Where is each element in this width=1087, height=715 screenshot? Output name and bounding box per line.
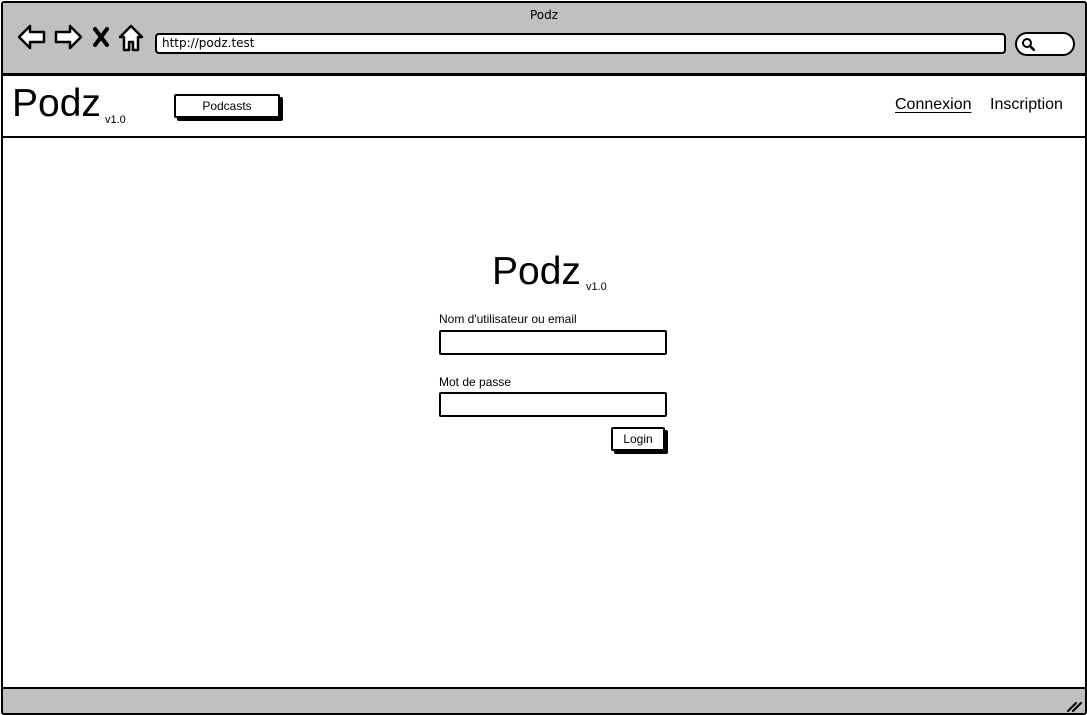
browser-toolbar: Podz http://podz.test [3, 3, 1085, 76]
login-button[interactable]: Login [611, 427, 665, 451]
browser-window: Podz http://podz.test Podz v1.0 Podcasts… [1, 1, 1087, 715]
home-icon[interactable] [118, 24, 144, 52]
brand-version: v1.0 [105, 114, 126, 126]
browser-search-field[interactable] [1015, 32, 1075, 56]
back-arrow-icon[interactable] [17, 24, 47, 50]
password-input[interactable] [439, 392, 667, 417]
login-brand-logo: Podz [492, 250, 581, 293]
search-icon [1022, 38, 1035, 51]
login-link[interactable]: Connexion [895, 96, 972, 114]
stop-icon[interactable] [92, 27, 110, 47]
password-label: Mot de passe [439, 375, 512, 389]
podcasts-button[interactable]: Podcasts [174, 94, 280, 118]
browser-status-bar [3, 687, 1085, 713]
username-label: Nom d'utilisateur ou email [439, 312, 577, 326]
address-bar[interactable]: http://podz.test [155, 33, 1006, 54]
username-input[interactable] [439, 330, 667, 355]
resize-grip-icon[interactable] [1066, 699, 1082, 713]
forward-arrow-icon[interactable] [53, 24, 83, 50]
brand-logo[interactable]: Podz [12, 82, 101, 126]
register-link[interactable]: Inscription [990, 96, 1063, 114]
window-title: Podz [529, 8, 559, 22]
app-header: Podz v1.0 Podcasts Connexion Inscription [3, 76, 1085, 138]
login-brand-version: v1.0 [586, 281, 607, 293]
